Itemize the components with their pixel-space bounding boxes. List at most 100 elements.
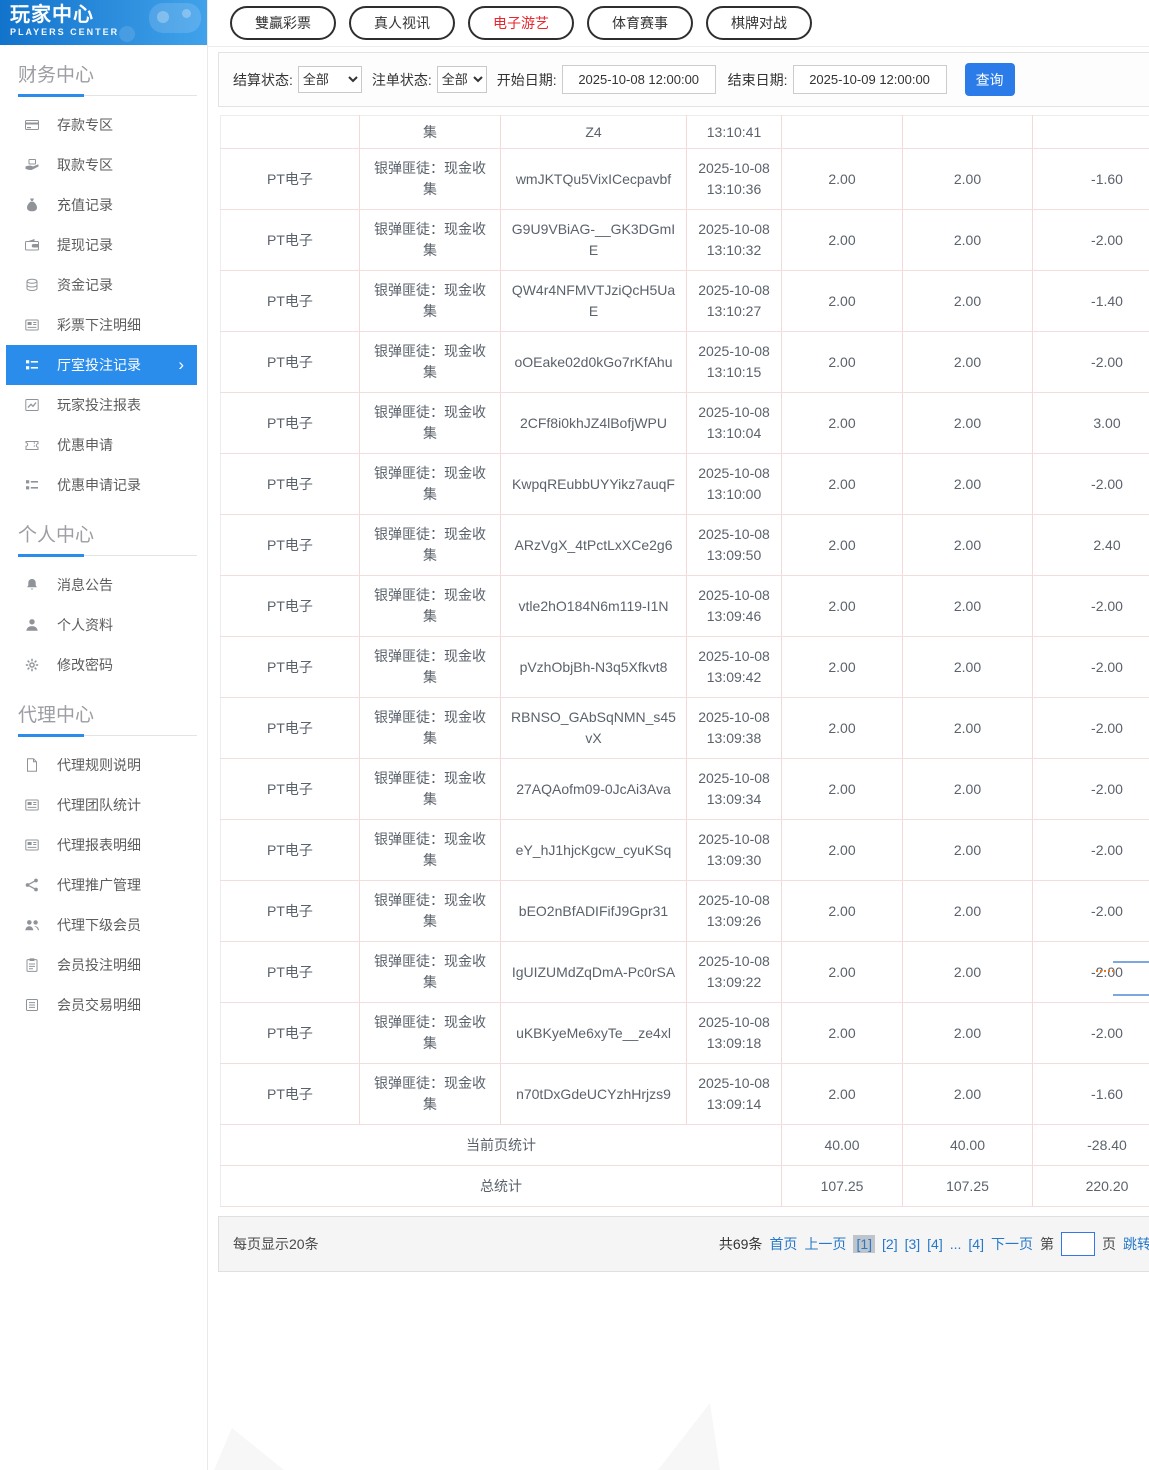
page-link[interactable]: 上一页 — [804, 1234, 846, 1254]
cell-valid: 2.00 — [903, 698, 1033, 759]
game-category-button[interactable]: 体育赛事 — [587, 6, 693, 40]
game-category-button[interactable]: 棋牌对战 — [706, 6, 812, 40]
chart-icon — [24, 397, 40, 413]
cell-order: ARzVgX_4tPctLxXCe2g6 — [501, 515, 687, 576]
hand-icon — [24, 157, 40, 173]
cell-bet: 2.00 — [782, 942, 903, 1003]
sidebar-item[interactable]: 资金记录 — [6, 265, 197, 305]
sidebar-item[interactable]: 厅室投注记录› — [6, 345, 197, 385]
cell-provider: PT电子 — [221, 210, 360, 271]
sidebar-item[interactable]: 优惠申请 — [6, 425, 197, 465]
share-icon — [24, 877, 40, 893]
table-row: PT电子银弹匪徒：现金收集27AQAofm09-0JcAi3Ava2025-10… — [221, 759, 1149, 820]
coins-icon — [24, 277, 40, 293]
cell-profit: -2.00 — [1033, 759, 1149, 820]
page-link[interactable]: [2] — [882, 1236, 898, 1252]
page-link[interactable]: 下一页 — [991, 1234, 1033, 1254]
filter-bar: 结算状态: 全部 注单状态: 全部 开始日期: 结束日期: 查询 — [218, 52, 1149, 107]
sidebar-item[interactable]: 消息公告 — [6, 565, 197, 605]
cell-time: 2025-10-0813:10:15 — [687, 332, 782, 393]
cell-valid: 2.00 — [903, 271, 1033, 332]
sidebar-item[interactable]: 修改密码 — [6, 645, 197, 685]
cell-profit: -1.40 — [1033, 271, 1149, 332]
cell-valid: 2.00 — [903, 637, 1033, 698]
stats-profit: 220.20 — [1033, 1166, 1149, 1207]
cell-bet: 2.00 — [782, 637, 903, 698]
page-link[interactable]: 首页 — [769, 1234, 797, 1254]
cell-profit — [1033, 116, 1149, 149]
sidebar-item[interactable]: 代理报表明细 — [6, 825, 197, 865]
settle-status-select[interactable]: 全部 — [298, 66, 362, 93]
sidebar-item[interactable]: 充值记录 — [6, 185, 197, 225]
sidebar-item[interactable]: 彩票下注明细 — [6, 305, 197, 345]
game-category-button[interactable]: 真人视讯 — [349, 6, 455, 40]
sidebar-item[interactable]: 玩家投注报表 — [6, 385, 197, 425]
sidebar-item[interactable]: 优惠申请记录 — [6, 465, 197, 505]
sidebar-item[interactable]: 代理规则说明 — [6, 745, 197, 785]
pagination-links: 共69条 首页上一页[1][2][3][4]...[4]下一页第页跳转 — [719, 1232, 1149, 1256]
jump-page-input[interactable] — [1061, 1232, 1095, 1256]
page-link[interactable]: [1] — [853, 1235, 875, 1253]
cell-order: QW4r4NFMVTJziQcH5UaE — [501, 271, 687, 332]
sidebar-nav: 财务中心存款专区取款专区充值记录提现记录资金记录彩票下注明细厅室投注记录›玩家投… — [0, 60, 207, 1025]
cell-time: 2025-10-0813:10:36 — [687, 149, 782, 210]
sidebar-item[interactable]: 个人资料 — [6, 605, 197, 645]
cell-game: 银弹匪徒：现金收集 — [360, 759, 501, 820]
circle-decoration — [119, 26, 135, 42]
cell-profit: -2.00 — [1033, 1003, 1149, 1064]
game-category-button[interactable]: 电子游艺 — [468, 6, 574, 40]
game-category-button[interactable]: 雙贏彩票 — [230, 6, 336, 40]
cell-valid: 2.00 — [903, 515, 1033, 576]
sidebar-item[interactable]: 会员投注明细 — [6, 945, 197, 985]
cell-game: 银弹匪徒：现金收集 — [360, 637, 501, 698]
sidebar-item[interactable]: 取款专区 — [6, 145, 197, 185]
cell-provider: PT电子 — [221, 1064, 360, 1125]
sidebar-item[interactable]: 代理推广管理 — [6, 865, 197, 905]
cell-time: 2025-10-0813:09:22 — [687, 942, 782, 1003]
page-link[interactable]: [3] — [905, 1236, 921, 1252]
cell-time: 2025-10-0813:09:30 — [687, 820, 782, 881]
start-date-input[interactable] — [562, 65, 716, 94]
sidebar-item[interactable]: 代理下级会员 — [6, 905, 197, 945]
cell-profit: -2.00 — [1033, 637, 1149, 698]
sidebar-item-label: 消息公告 — [57, 575, 113, 595]
news-icon — [24, 317, 40, 333]
sidebar-item-label: 资金记录 — [57, 275, 113, 295]
background-triangle — [658, 1403, 720, 1470]
cell-game: 银弹匪徒：现金收集 — [360, 454, 501, 515]
end-date-input[interactable] — [793, 65, 947, 94]
order-status-select[interactable]: 全部 — [437, 66, 487, 93]
sidebar-item[interactable]: 代理团队统计 — [6, 785, 197, 825]
cell-time: 2025-10-0813:09:14 — [687, 1064, 782, 1125]
sidebar-item-label: 厅室投注记录 — [57, 355, 141, 375]
game-category-nav: 雙贏彩票真人视讯电子游艺体育赛事棋牌对战 — [208, 0, 1149, 47]
cell-game: 银弹匪徒：现金收集 — [360, 820, 501, 881]
section-divider — [18, 554, 197, 557]
cell-game: 银弹匪徒：现金收集 — [360, 393, 501, 454]
sidebar-item-label: 存款专区 — [57, 115, 113, 135]
cell-game: 银弹匪徒：现金收集 — [360, 149, 501, 210]
card-icon — [24, 117, 40, 133]
cell-order: bEO2nBfADIFifJ9Gpr31 — [501, 881, 687, 942]
page-link[interactable]: [4] — [927, 1236, 943, 1252]
sidebar-item[interactable]: 存款专区 — [6, 105, 197, 145]
cell-game: 银弹匪徒：现金收集 — [360, 271, 501, 332]
list-icon — [24, 997, 40, 1013]
query-button[interactable]: 查询 — [965, 63, 1015, 96]
cell-valid: 2.00 — [903, 149, 1033, 210]
start-date-label: 开始日期: — [497, 70, 557, 90]
sidebar-item-label: 个人资料 — [57, 615, 113, 635]
sidebar-item[interactable]: 提现记录 — [6, 225, 197, 265]
stats-valid: 40.00 — [903, 1125, 1033, 1166]
cell-order: eY_hJ1hjcKgcw_cyuKSq — [501, 820, 687, 881]
page-link[interactable]: [4] — [968, 1236, 984, 1252]
end-date-label: 结束日期: — [728, 70, 788, 90]
cell-bet: 2.00 — [782, 454, 903, 515]
table-row: PT电子银弹匪徒：现金收集eY_hJ1hjcKgcw_cyuKSq2025-10… — [221, 820, 1149, 881]
sidebar-item-label: 提现记录 — [57, 235, 113, 255]
jump-button[interactable]: 跳转 — [1123, 1234, 1149, 1254]
sidebar-item-label: 充值记录 — [57, 195, 113, 215]
sidebar-section-title: 个人中心 — [18, 520, 207, 547]
sidebar-item[interactable]: 会员交易明细 — [6, 985, 197, 1025]
cell-time: 2025-10-0813:09:38 — [687, 698, 782, 759]
